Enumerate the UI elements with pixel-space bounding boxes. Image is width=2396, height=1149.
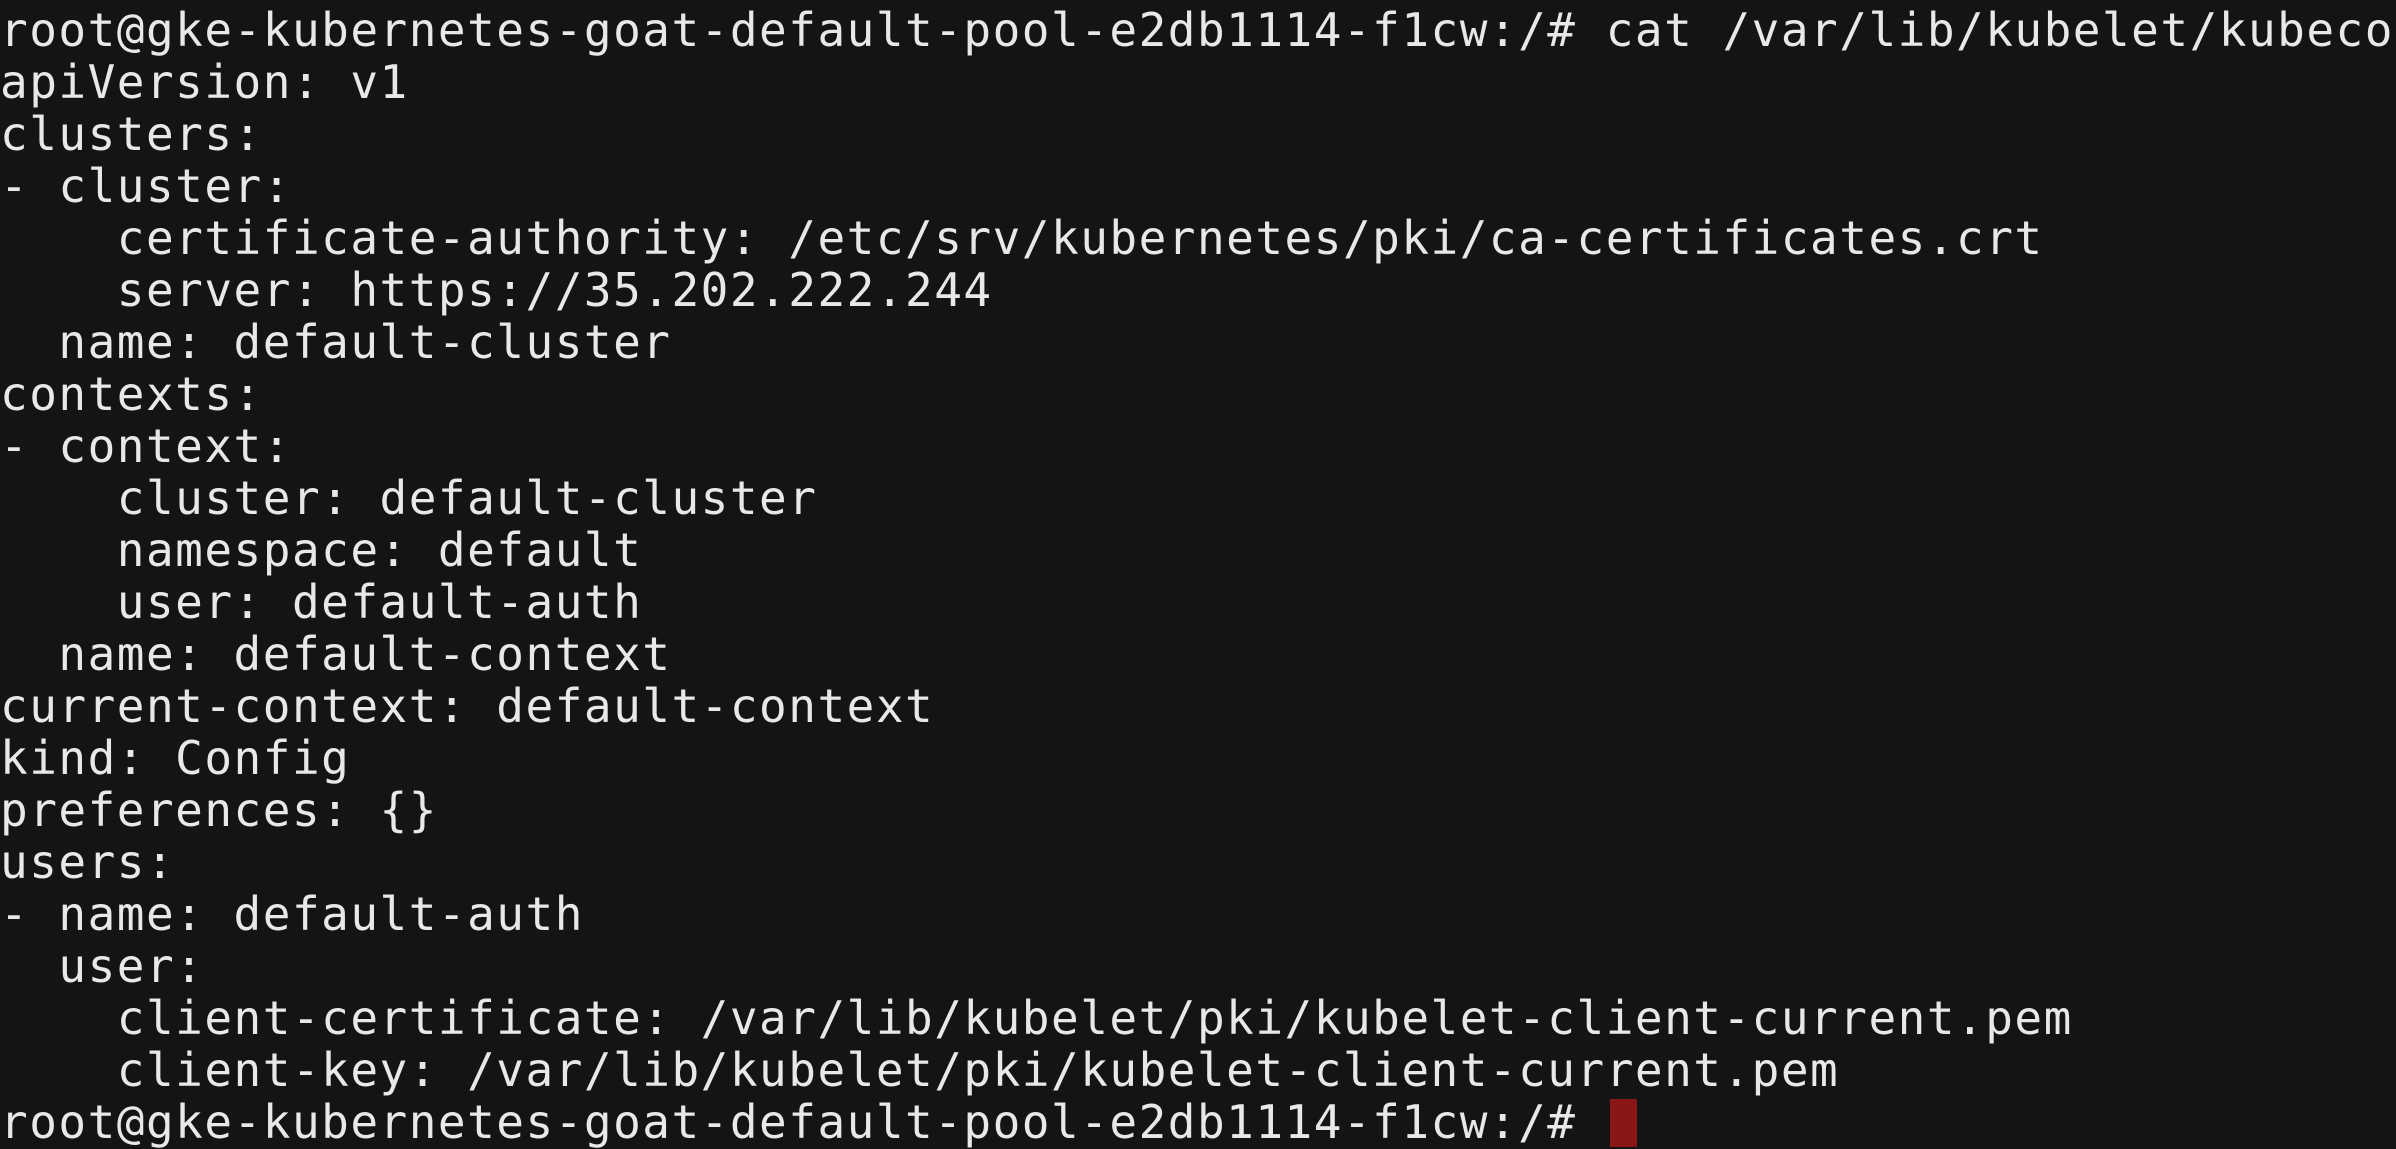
terminal-line: namespace: default (0, 523, 643, 577)
terminal-line: contexts: (0, 367, 263, 421)
terminal-line: apiVersion: v1 (0, 55, 409, 109)
terminal-line: user: default-auth (0, 575, 643, 629)
terminal-line: name: default-context (0, 627, 672, 681)
terminal-line: user: (0, 939, 205, 993)
terminal-line: name: default-cluster (0, 315, 672, 369)
terminal-line: certificate-authority: /etc/srv/kubernet… (0, 211, 2044, 265)
terminal-line: users: (0, 835, 176, 889)
terminal-line: client-certificate: /var/lib/kubelet/pki… (0, 991, 2073, 1045)
terminal-line: - cluster: (0, 159, 292, 213)
terminal-line: clusters: (0, 107, 263, 161)
terminal-line: - context: (0, 419, 292, 473)
terminal-prompt: root@gke-kubernetes-goat-default-pool-e2… (0, 1095, 1606, 1149)
terminal-line: client-key: /var/lib/kubelet/pki/kubelet… (0, 1043, 1840, 1097)
terminal-line-command: root@gke-kubernetes-goat-default-pool-e2… (0, 3, 2396, 57)
terminal-line: cluster: default-cluster (0, 471, 818, 525)
terminal-prompt-line[interactable]: root@gke-kubernetes-goat-default-pool-e2… (0, 1096, 2396, 1148)
terminal-line: kind: Config (0, 731, 351, 785)
terminal-window[interactable]: root@gke-kubernetes-goat-default-pool-e2… (0, 0, 2396, 1148)
terminal-cursor (1609, 1099, 1637, 1147)
terminal-line: current-context: default-context (0, 679, 935, 733)
terminal-line: preferences: {} (0, 783, 438, 837)
terminal-line: server: https://35.202.222.244 (0, 263, 993, 317)
terminal-line: - name: default-auth (0, 887, 584, 941)
